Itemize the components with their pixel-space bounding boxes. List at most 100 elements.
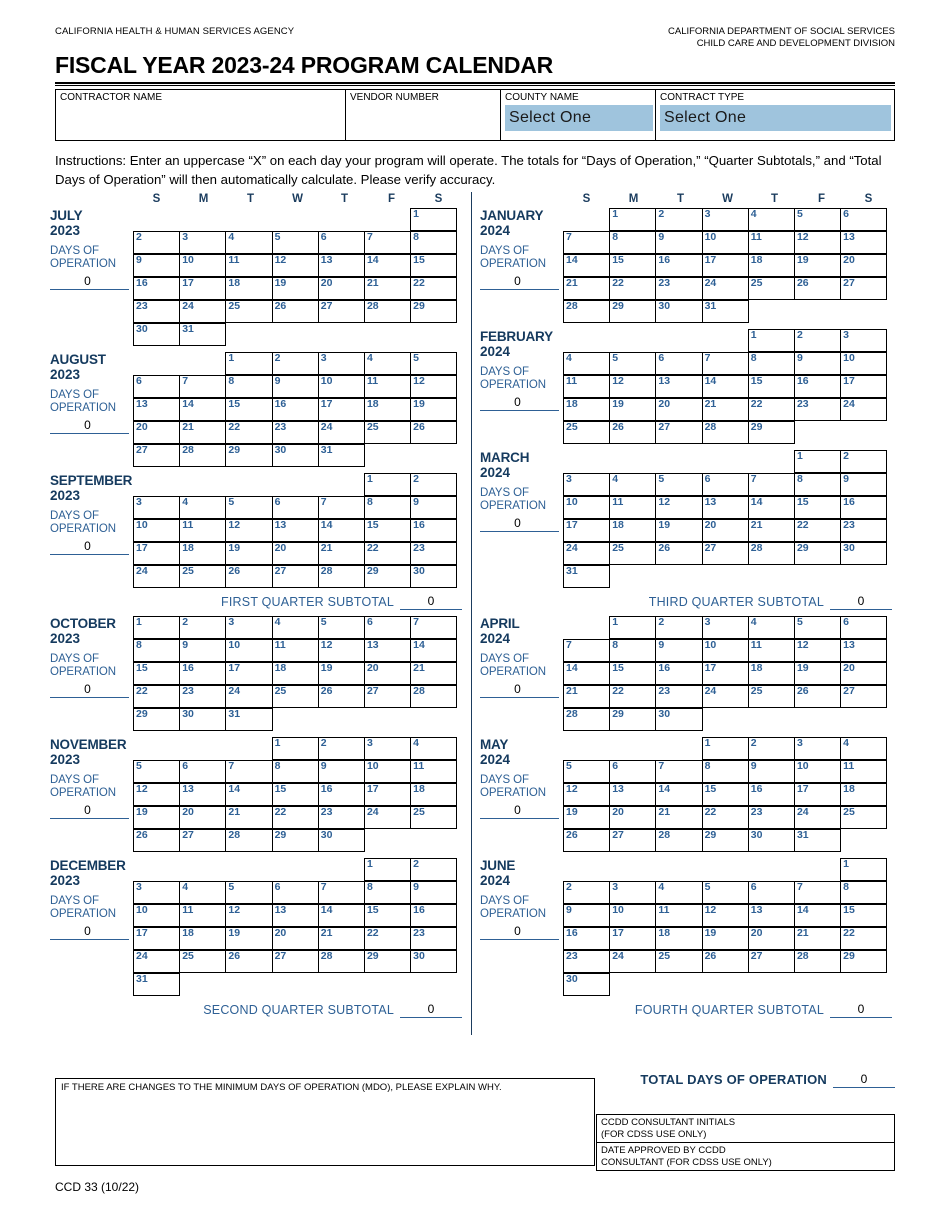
calendar-day-cell[interactable]: 13 bbox=[840, 231, 888, 254]
day-operation-input[interactable] bbox=[565, 575, 609, 588]
day-operation-input[interactable] bbox=[365, 529, 410, 542]
day-operation-input[interactable] bbox=[412, 868, 457, 881]
day-operation-input[interactable] bbox=[795, 362, 840, 375]
day-operation-input[interactable] bbox=[842, 218, 887, 231]
calendar-day-cell[interactable]: 13 bbox=[133, 398, 181, 421]
calendar-day-cell[interactable]: 28 bbox=[410, 685, 458, 708]
day-operation-input[interactable] bbox=[795, 649, 840, 662]
calendar-day-cell[interactable]: 7 bbox=[701, 352, 749, 375]
day-operation-input[interactable] bbox=[365, 310, 410, 323]
calendar-day-cell[interactable]: 16 bbox=[563, 927, 611, 950]
calendar-day-cell[interactable]: 12 bbox=[133, 783, 181, 806]
calendar-day-cell[interactable]: 31 bbox=[563, 565, 611, 588]
day-operation-input[interactable] bbox=[227, 362, 272, 375]
calendar-day-cell[interactable]: 21 bbox=[701, 398, 749, 421]
calendar-day-cell[interactable]: 13 bbox=[271, 519, 319, 542]
day-operation-input[interactable] bbox=[611, 264, 656, 277]
calendar-day-cell[interactable]: 26 bbox=[609, 421, 657, 444]
day-operation-input[interactable] bbox=[703, 960, 748, 973]
day-operation-input[interactable] bbox=[365, 868, 410, 881]
calendar-day-cell[interactable]: 1 bbox=[410, 208, 458, 231]
day-operation-input[interactable] bbox=[565, 770, 609, 783]
calendar-day-cell[interactable]: 27 bbox=[271, 950, 319, 973]
day-operation-input[interactable] bbox=[611, 649, 656, 662]
day-operation-input[interactable] bbox=[657, 770, 702, 783]
calendar-day-cell[interactable]: 18 bbox=[225, 277, 273, 300]
calendar-day-cell[interactable]: 26 bbox=[410, 421, 458, 444]
calendar-day-cell[interactable]: 15 bbox=[609, 662, 657, 685]
calendar-day-cell[interactable]: 10 bbox=[363, 760, 412, 783]
day-operation-input[interactable] bbox=[842, 770, 887, 783]
calendar-day-cell[interactable]: 20 bbox=[317, 277, 365, 300]
day-operation-input[interactable] bbox=[412, 408, 457, 421]
day-operation-input[interactable] bbox=[565, 672, 609, 685]
calendar-day-cell[interactable]: 22 bbox=[793, 519, 842, 542]
calendar-day-cell[interactable]: 17 bbox=[609, 927, 657, 950]
day-operation-input[interactable] bbox=[273, 287, 318, 300]
day-operation-input[interactable] bbox=[181, 287, 226, 300]
calendar-day-cell[interactable]: 22 bbox=[271, 806, 319, 829]
day-operation-input[interactable] bbox=[657, 793, 702, 806]
calendar-day-cell[interactable]: 24 bbox=[363, 806, 412, 829]
day-operation-input[interactable] bbox=[273, 649, 318, 662]
calendar-day-cell[interactable]: 17 bbox=[225, 662, 273, 685]
day-operation-input[interactable] bbox=[319, 649, 364, 662]
day-operation-input[interactable] bbox=[227, 431, 272, 444]
day-operation-input[interactable] bbox=[135, 649, 179, 662]
day-operation-input[interactable] bbox=[795, 747, 840, 760]
calendar-day-cell[interactable]: 21 bbox=[179, 421, 227, 444]
calendar-day-cell[interactable]: 27 bbox=[655, 421, 703, 444]
calendar-day-cell[interactable]: 4 bbox=[747, 208, 795, 231]
day-operation-input[interactable] bbox=[795, 339, 840, 352]
day-operation-input[interactable] bbox=[611, 839, 656, 852]
calendar-day-cell[interactable]: 1 bbox=[609, 208, 657, 231]
day-operation-input[interactable] bbox=[703, 385, 748, 398]
day-operation-input[interactable] bbox=[181, 914, 226, 927]
calendar-day-cell[interactable]: 14 bbox=[363, 254, 412, 277]
day-operation-input[interactable] bbox=[135, 310, 179, 323]
day-operation-input[interactable] bbox=[749, 649, 794, 662]
calendar-day-cell[interactable]: 6 bbox=[701, 473, 749, 496]
day-operation-input[interactable] bbox=[703, 626, 748, 639]
calendar-day-cell[interactable]: 3 bbox=[701, 616, 749, 639]
day-operation-input[interactable] bbox=[227, 552, 272, 565]
calendar-day-cell[interactable]: 7 bbox=[317, 881, 365, 904]
day-operation-input[interactable] bbox=[703, 816, 748, 829]
calendar-day-cell[interactable]: 13 bbox=[701, 496, 749, 519]
calendar-day-cell[interactable]: 28 bbox=[317, 950, 365, 973]
day-operation-input[interactable] bbox=[842, 460, 887, 473]
day-operation-input[interactable] bbox=[135, 695, 179, 708]
calendar-day-cell[interactable]: 1 bbox=[363, 473, 412, 496]
calendar-day-cell[interactable]: 6 bbox=[271, 881, 319, 904]
day-operation-input[interactable] bbox=[227, 241, 272, 254]
calendar-day-cell[interactable]: 28 bbox=[563, 300, 611, 323]
calendar-day-cell[interactable]: 13 bbox=[317, 254, 365, 277]
day-operation-input[interactable] bbox=[319, 891, 364, 904]
day-operation-input[interactable] bbox=[749, 264, 794, 277]
calendar-day-cell[interactable]: 24 bbox=[133, 565, 181, 588]
day-operation-input[interactable] bbox=[135, 408, 179, 421]
day-operation-input[interactable] bbox=[412, 218, 457, 231]
calendar-day-cell[interactable]: 5 bbox=[225, 881, 273, 904]
calendar-day-cell[interactable]: 5 bbox=[655, 473, 703, 496]
calendar-day-cell[interactable]: 21 bbox=[410, 662, 458, 685]
calendar-day-cell[interactable]: 4 bbox=[563, 352, 611, 375]
calendar-day-cell[interactable]: 14 bbox=[410, 639, 458, 662]
day-operation-input[interactable] bbox=[412, 672, 457, 685]
calendar-day-cell[interactable]: 8 bbox=[609, 639, 657, 662]
day-operation-input[interactable] bbox=[319, 241, 364, 254]
day-operation-input[interactable] bbox=[365, 770, 410, 783]
day-operation-input[interactable] bbox=[319, 816, 364, 829]
calendar-day-cell[interactable]: 5 bbox=[701, 881, 749, 904]
day-operation-input[interactable] bbox=[181, 672, 226, 685]
day-operation-input[interactable] bbox=[181, 649, 226, 662]
calendar-day-cell[interactable]: 2 bbox=[410, 473, 458, 496]
calendar-day-cell[interactable]: 23 bbox=[410, 542, 458, 565]
day-operation-input[interactable] bbox=[227, 839, 272, 852]
calendar-day-cell[interactable]: 6 bbox=[747, 881, 795, 904]
day-operation-input[interactable] bbox=[703, 506, 748, 519]
calendar-day-cell[interactable]: 17 bbox=[363, 783, 412, 806]
day-operation-input[interactable] bbox=[657, 218, 702, 231]
day-operation-input[interactable] bbox=[135, 839, 179, 852]
day-operation-input[interactable] bbox=[749, 362, 794, 375]
